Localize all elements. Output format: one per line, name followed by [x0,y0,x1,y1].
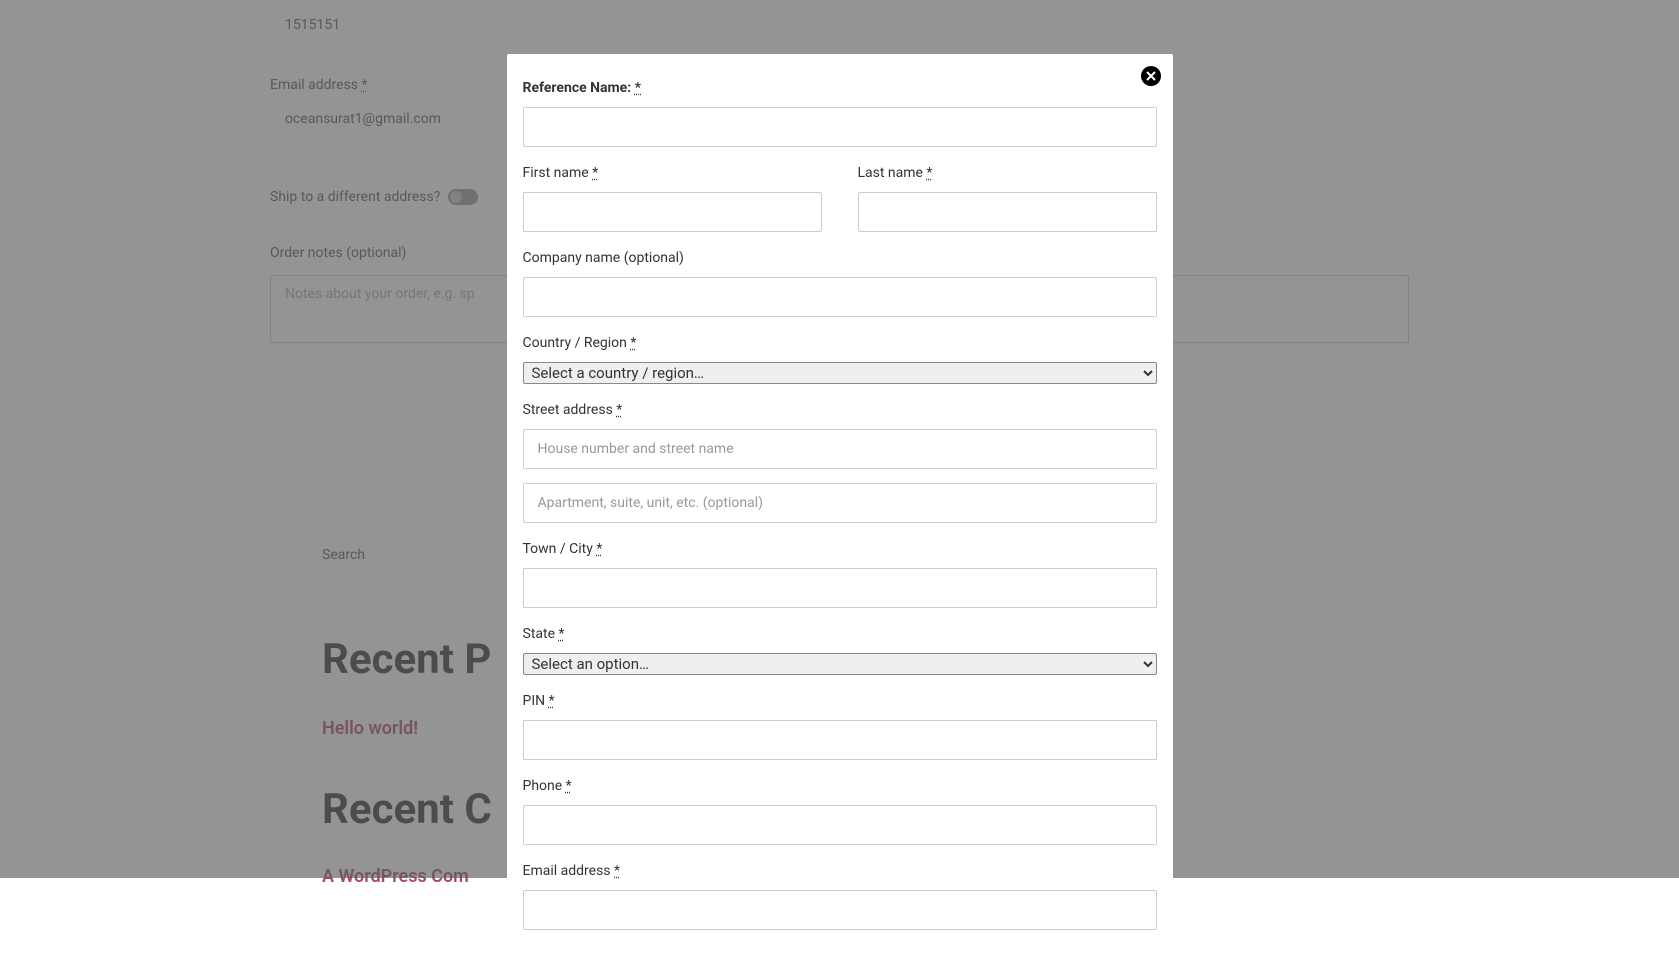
email-address-input[interactable] [523,890,1157,930]
email-address-label: Email address * [523,863,1157,879]
company-input[interactable] [523,277,1157,317]
email-row: Email address * [523,863,1157,930]
name-row: First name * Last name * [523,165,1157,232]
reference-name-row: Reference Name: * [523,80,1157,147]
address-modal: Reference Name: * First name * Last name… [507,54,1173,968]
country-label: Country / Region * [523,335,1157,351]
company-row: Company name (optional) [523,250,1157,317]
street-address-1-input[interactable] [523,429,1157,469]
phone-input[interactable] [523,805,1157,845]
reference-name-label: Reference Name: * [523,80,1157,96]
state-row: State * Select an option… [523,626,1157,675]
first-name-input[interactable] [523,192,822,232]
reference-name-input[interactable] [523,107,1157,147]
last-name-input[interactable] [858,192,1157,232]
street-address-2-input[interactable] [523,483,1157,523]
pin-row: PIN * [523,693,1157,760]
close-button[interactable] [1141,66,1161,86]
state-select[interactable]: Select an option… [523,653,1157,675]
state-label: State * [523,626,1157,642]
street-label: Street address * [523,402,1157,418]
country-row: Country / Region * Select a country / re… [523,335,1157,384]
phone-label: Phone * [523,778,1157,794]
country-select[interactable]: Select a country / region… [523,362,1157,384]
phone-row: Phone * [523,778,1157,845]
company-label: Company name (optional) [523,250,1157,266]
last-name-group: Last name * [858,165,1157,232]
first-name-label: First name * [523,165,822,181]
street-row: Street address * [523,402,1157,523]
town-input[interactable] [523,568,1157,608]
town-label: Town / City * [523,541,1157,557]
last-name-label: Last name * [858,165,1157,181]
pin-input[interactable] [523,720,1157,760]
town-row: Town / City * [523,541,1157,608]
close-icon [1146,71,1156,81]
first-name-group: First name * [523,165,822,232]
pin-label: PIN * [523,693,1157,709]
